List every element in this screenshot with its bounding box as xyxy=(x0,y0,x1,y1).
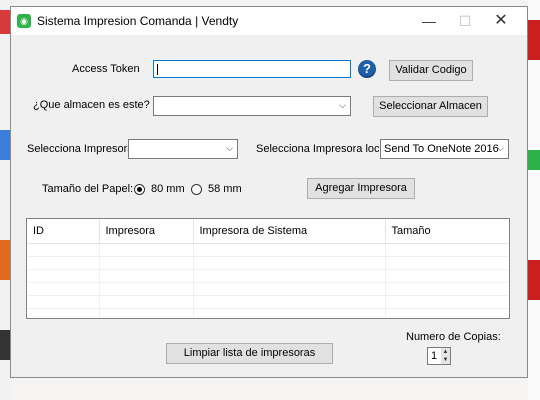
table-header-row: ID Impresora Impresora de Sistema Tamaño xyxy=(27,219,509,244)
copies-value[interactable]: 1 xyxy=(431,350,437,362)
close-button[interactable]: ✕ xyxy=(483,7,519,35)
clear-printers-button[interactable]: Limpiar lista de impresoras xyxy=(166,343,333,364)
text-caret xyxy=(157,64,158,75)
window-title: Sistema Impresion Comanda | Vendty xyxy=(37,14,239,28)
table-row xyxy=(27,308,509,318)
desktop-icon-fragment xyxy=(528,20,540,60)
copies-label: Numero de Copias: xyxy=(406,331,501,343)
column-header-tamano[interactable]: Tamaño xyxy=(385,219,509,244)
impresora-label: Selecciona Impresora xyxy=(27,143,134,155)
stepper-down-icon[interactable]: ▼ xyxy=(441,356,450,364)
paper-58mm-label[interactable]: 58 mm xyxy=(208,183,242,195)
paper-58mm-radio[interactable] xyxy=(191,184,202,195)
app-logo-icon: ◉ xyxy=(17,14,31,28)
almacen-select[interactable]: ⌵ xyxy=(153,96,351,116)
minimize-button[interactable]: — xyxy=(411,7,447,35)
printers-table[interactable]: ID Impresora Impresora de Sistema Tamaño xyxy=(26,218,510,319)
access-token-input[interactable] xyxy=(154,61,350,77)
table-row xyxy=(27,282,509,296)
access-token-field[interactable] xyxy=(153,60,351,78)
chevron-down-icon: ⌵ xyxy=(339,100,346,110)
desktop-background-bottom xyxy=(12,378,528,400)
column-header-impresora-sistema[interactable]: Impresora de Sistema xyxy=(193,219,386,244)
impresora-local-selected-value: Send To OneNote 2016 xyxy=(384,143,499,155)
impresora-local-select[interactable]: Send To OneNote 2016 ⌵ xyxy=(380,139,509,159)
column-header-id[interactable]: ID xyxy=(27,219,100,244)
maximize-button[interactable]: ☐ xyxy=(447,7,483,35)
app-window: ◉ Sistema Impresion Comanda | Vendty — ☐… xyxy=(10,6,528,378)
copies-stepper[interactable]: 1 ▲ ▼ xyxy=(427,347,451,365)
almacen-label: ¿Que almacen es este? xyxy=(33,99,150,111)
desktop-icon-fragment xyxy=(528,150,540,170)
impresora-select[interactable]: ⌵ xyxy=(128,139,238,159)
column-header-impresora[interactable]: Impresora xyxy=(99,219,194,244)
chevron-down-icon: ⌵ xyxy=(497,143,504,153)
desktop-background-right xyxy=(528,0,540,400)
table-row xyxy=(27,269,509,283)
title-bar[interactable]: ◉ Sistema Impresion Comanda | Vendty — ☐… xyxy=(11,7,527,35)
help-icon[interactable]: ? xyxy=(358,60,376,78)
select-almacen-button[interactable]: Seleccionar Almacen xyxy=(373,96,488,117)
impresora-local-label: Selecciona Impresora local xyxy=(256,143,389,155)
access-token-label: Access Token xyxy=(72,63,140,75)
table-row xyxy=(27,256,509,270)
paper-80mm-radio[interactable] xyxy=(134,184,145,195)
table-row xyxy=(27,295,509,309)
validate-code-button[interactable]: Validar Codigo xyxy=(389,60,473,81)
paper-size-label: Tamaño del Papel: xyxy=(42,183,134,195)
table-row xyxy=(27,243,509,257)
chevron-down-icon: ⌵ xyxy=(226,143,233,153)
desktop-icon-fragment xyxy=(528,260,540,300)
paper-80mm-label[interactable]: 80 mm xyxy=(151,183,185,195)
add-printer-button[interactable]: Agregar Impresora xyxy=(307,178,415,199)
